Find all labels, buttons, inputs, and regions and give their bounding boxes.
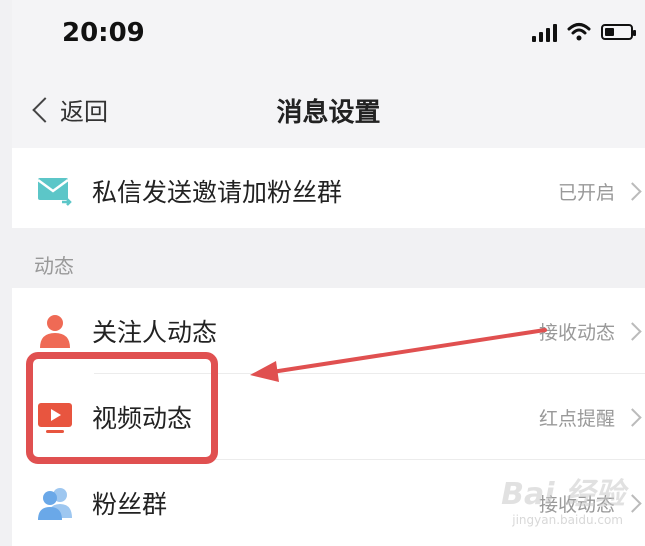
watermark-url: jingyan.baidu.com [512, 513, 623, 527]
watermark-logo: Bai 经验 [501, 477, 625, 512]
annotation-arrow-icon [250, 328, 547, 382]
